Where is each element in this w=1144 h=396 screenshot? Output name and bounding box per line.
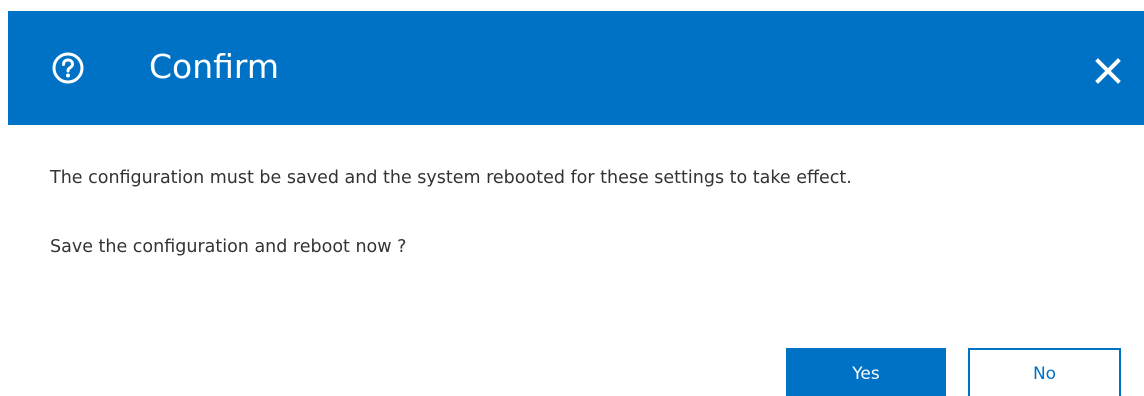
message-text-question: Save the configuration and reboot now ?: [50, 237, 407, 257]
page: Confirm The configuration must be saved …: [0, 0, 1144, 396]
dialog-body: The configuration must be saved and the …: [8, 125, 1144, 396]
close-button[interactable]: [1088, 51, 1128, 91]
close-icon: [1088, 51, 1128, 91]
question-circle-icon: [52, 52, 84, 84]
dialog-header: Confirm: [8, 11, 1144, 125]
confirm-dialog: Confirm The configuration must be saved …: [8, 11, 1144, 396]
no-button[interactable]: No: [968, 348, 1121, 396]
yes-button[interactable]: Yes: [786, 348, 946, 396]
message-text-settings: The configuration must be saved and the …: [50, 168, 852, 188]
dialog-title: Confirm: [149, 47, 280, 86]
